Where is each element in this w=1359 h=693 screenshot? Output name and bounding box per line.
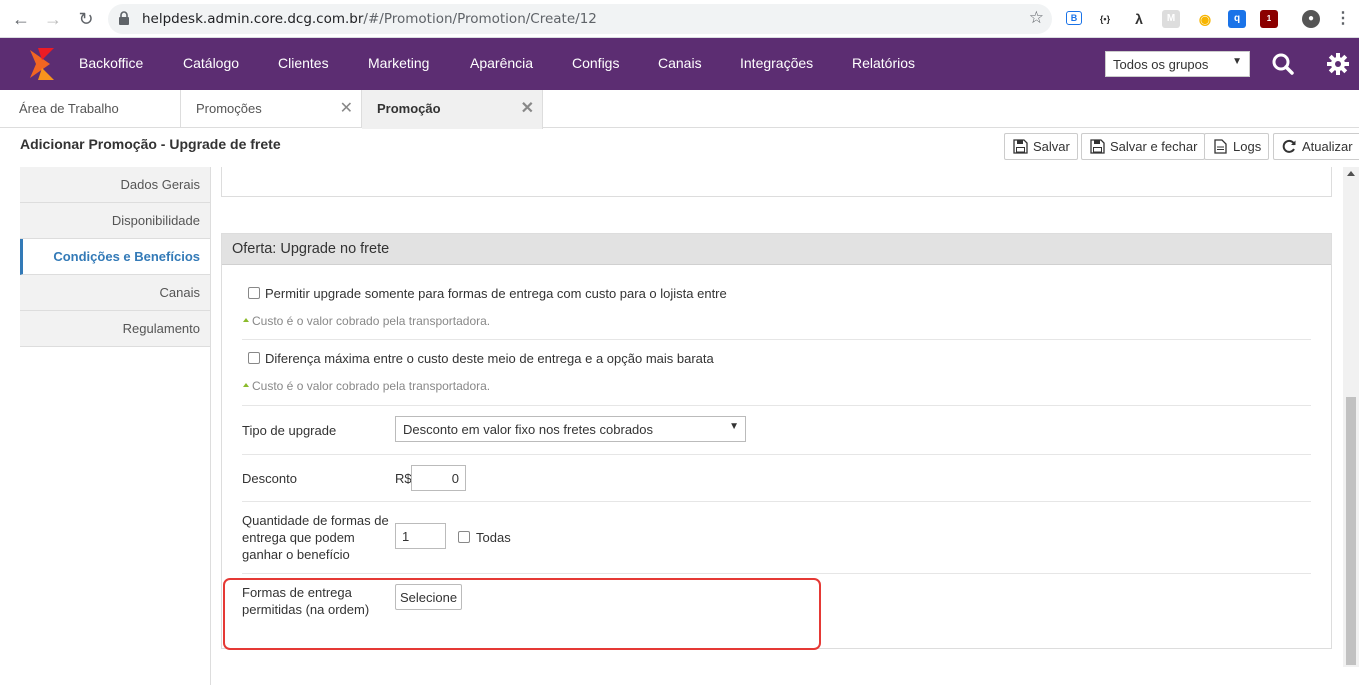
refresh-label: Atualizar <box>1302 139 1353 154</box>
ring-extension-icon[interactable]: ◉ <box>1196 10 1214 28</box>
qty-label-line2: entrega que podem <box>242 530 355 545</box>
tab-promocoes[interactable]: Promoções ✕ <box>181 90 362 128</box>
divider <box>242 339 1311 340</box>
divider <box>242 405 1311 406</box>
menu-backoffice[interactable]: Backoffice <box>79 55 143 71</box>
url-host: helpdesk.admin.core.dcg.com.br <box>142 11 364 27</box>
json-extension-icon[interactable]: {•} <box>1096 10 1114 28</box>
divider <box>242 454 1311 455</box>
scroll-thumb[interactable] <box>1346 397 1356 665</box>
all-label: Todas <box>476 530 511 545</box>
sidebar-item-dados-gerais[interactable]: Dados Gerais <box>20 167 210 203</box>
close-icon[interactable]: ✕ <box>340 98 353 118</box>
extension-badge: 1 <box>1266 14 1272 23</box>
menu-integracoes[interactable]: Integrações <box>740 55 813 71</box>
upgrade-type-select[interactable]: Desconto em valor fixo nos fretes cobrad… <box>395 416 746 442</box>
logs-button[interactable]: Logs <box>1204 133 1270 160</box>
tab-label: Área de Trabalho <box>19 101 119 116</box>
menu-catalogo[interactable]: Catálogo <box>183 55 239 71</box>
chat-extension-icon[interactable]: q <box>1228 10 1246 28</box>
menu-aparencia[interactable]: Aparência <box>470 55 533 71</box>
chevron-down-icon: ▼ <box>729 421 739 432</box>
qty-input[interactable]: 1 <box>395 523 446 549</box>
caret-up-icon <box>243 318 249 322</box>
sidebar-item-regulamento[interactable]: Regulamento <box>20 311 210 347</box>
floppy-icon <box>1090 139 1105 154</box>
tab-label: Promoção <box>377 101 441 116</box>
menu-kebab-icon[interactable]: ⋮ <box>1334 10 1352 28</box>
save-button[interactable]: Salvar <box>1004 133 1078 160</box>
menu-relatorios[interactable]: Relatórios <box>852 55 915 71</box>
group-select-value: Todos os grupos <box>1113 57 1209 72</box>
sidebar-item-disponibilidade[interactable]: Disponibilidade <box>20 203 210 239</box>
chevron-down-icon: ▼ <box>1232 56 1242 67</box>
tab-area-de-trabalho[interactable]: Área de Trabalho <box>0 90 181 128</box>
upgrade-type-label: Tipo de upgrade <box>242 423 337 438</box>
back-icon[interactable]: ← <box>10 8 32 30</box>
save-label: Salvar <box>1033 139 1070 154</box>
lock-icon <box>119 11 129 25</box>
content-divider <box>210 167 211 685</box>
floppy-icon <box>1013 139 1028 154</box>
close-icon[interactable]: ✕ <box>521 98 534 118</box>
menu-clientes[interactable]: Clientes <box>278 55 329 71</box>
profile-avatar[interactable]: ● <box>1302 10 1320 28</box>
browser-toolbar: ← → ↻ helpdesk.admin.core.dcg.com.br/#/P… <box>0 0 1359 38</box>
upgrade-type-value: Desconto em valor fixo nos fretes cobrad… <box>403 422 654 437</box>
scroll-up-icon[interactable] <box>1347 171 1355 176</box>
page-title: Adicionar Promoção - Upgrade de frete <box>20 136 281 152</box>
caret-up-icon <box>243 383 249 387</box>
max-difference-label: Diferença máxima entre o custo deste mei… <box>265 351 714 366</box>
currency-label: R$ <box>395 471 412 486</box>
cost-range-checkbox[interactable] <box>248 287 260 299</box>
refresh-button[interactable]: Atualizar <box>1273 133 1359 160</box>
url-path: /#/Promotion/Promotion/Create/12 <box>363 11 597 27</box>
search-icon[interactable] <box>1270 51 1296 77</box>
menu-configs[interactable]: Configs <box>572 55 619 71</box>
highlight-annotation <box>223 578 821 650</box>
max-difference-checkbox[interactable] <box>248 352 260 364</box>
menu-canais[interactable]: Canais <box>658 55 702 71</box>
cost-range-label: Permitir upgrade somente para formas de … <box>265 286 727 301</box>
menu-marketing[interactable]: Marketing <box>368 55 429 71</box>
extension-icon[interactable]: B <box>1066 11 1082 25</box>
section-sidebar: Dados Gerais Disponibilidade Condições e… <box>20 167 210 347</box>
forward-icon[interactable]: → <box>42 8 64 30</box>
tab-promocao[interactable]: Promoção ✕ <box>362 90 543 129</box>
group-select[interactable]: Todos os grupos ▼ <box>1105 51 1250 77</box>
save-and-close-button[interactable]: Salvar e fechar <box>1081 133 1206 160</box>
discount-input[interactable]: 0 <box>411 465 466 491</box>
sidebar-item-condicoes-beneficios[interactable]: Condições e Benefícios <box>20 239 210 275</box>
divider <box>242 501 1311 502</box>
panel-title: Oferta: Upgrade no frete <box>222 234 1331 265</box>
tab-bar: Área de Trabalho Promoções ✕ Promoção ✕ <box>0 90 1359 129</box>
url-text: helpdesk.admin.core.dcg.com.br/#/Promoti… <box>142 11 597 27</box>
document-icon <box>1214 139 1227 154</box>
bookmark-star-icon[interactable]: ☆ <box>1029 8 1044 28</box>
top-navigation: Backoffice Catálogo Clientes Marketing A… <box>0 38 1359 90</box>
address-bar[interactable]: helpdesk.admin.core.dcg.com.br/#/Promoti… <box>108 4 1052 34</box>
tab-label: Promoções <box>196 101 262 116</box>
qty-label-line3: ganhar o benefício <box>242 547 350 562</box>
gear-icon[interactable] <box>1325 51 1351 77</box>
refresh-icon <box>1282 139 1296 153</box>
save-and-close-label: Salvar e fechar <box>1110 139 1198 154</box>
branch-extension-icon[interactable]: λ <box>1130 10 1148 28</box>
all-checkbox[interactable] <box>458 531 470 543</box>
logo-icon[interactable] <box>24 46 58 82</box>
divider <box>242 573 1311 574</box>
cost-hint: Custo é o valor cobrado pela transportad… <box>252 379 491 393</box>
m-extension-icon[interactable]: M <box>1162 10 1180 28</box>
sidebar-item-canais[interactable]: Canais <box>20 275 210 311</box>
discount-label: Desconto <box>242 471 297 486</box>
logs-label: Logs <box>1233 139 1262 154</box>
previous-panel-bottom <box>221 167 1332 197</box>
cost-hint: Custo é o valor cobrado pela transportad… <box>252 314 491 328</box>
qty-label-line1: Quantidade de formas de <box>242 513 389 528</box>
ublock-extension-icon[interactable]: 1 <box>1260 10 1278 28</box>
reload-icon[interactable]: ↻ <box>75 8 97 30</box>
scrollbar[interactable] <box>1343 167 1359 667</box>
